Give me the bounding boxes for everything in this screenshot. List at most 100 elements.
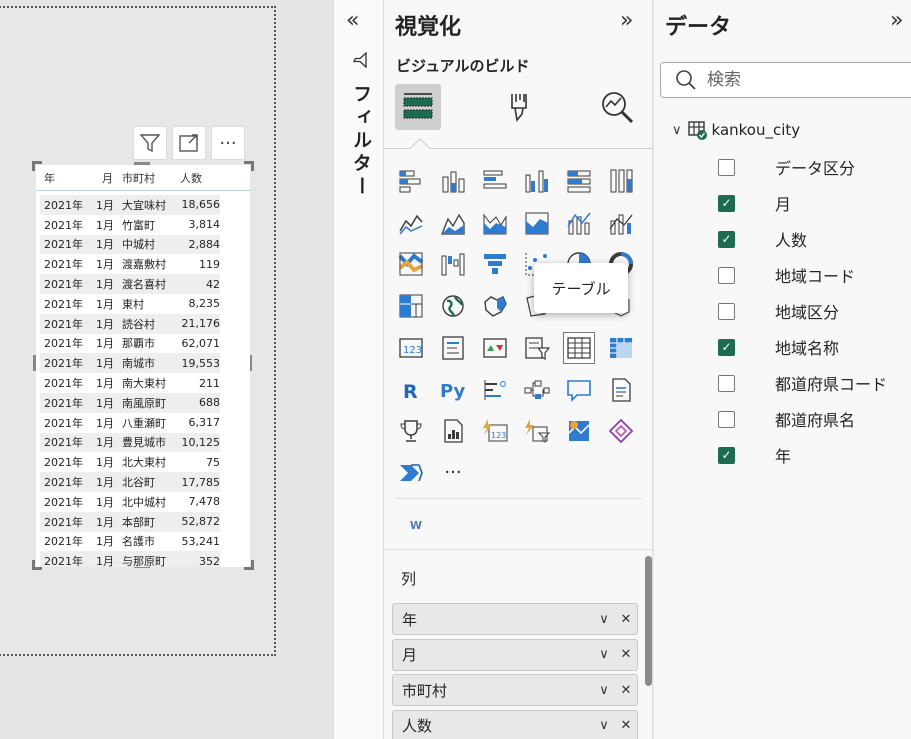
table-row[interactable]: 2021年 1月 渡名喜村 42 bbox=[40, 274, 220, 294]
search-input[interactable] bbox=[707, 70, 907, 90]
chevron-down-icon[interactable]: ∨ bbox=[593, 612, 615, 627]
multi-row-card-icon[interactable] bbox=[437, 332, 469, 364]
table-row[interactable]: 2021年 1月 南城市 19,553 bbox=[40, 353, 220, 374]
data-field-item[interactable]: ✓ 年 bbox=[718, 443, 791, 467]
visualizations-collapse-button[interactable]: » bbox=[620, 8, 633, 33]
table-row[interactable]: 2021年 1月 豊見城市 10,125 bbox=[40, 432, 220, 453]
data-field-item[interactable]: ✓ 人数 bbox=[718, 227, 807, 251]
remove-field-icon[interactable]: ✕ bbox=[615, 718, 637, 733]
table-row[interactable]: 2021年 1月 渡嘉敷村 119 bbox=[40, 254, 220, 274]
focus-mode-button[interactable] bbox=[172, 126, 206, 160]
funnel-chart-icon[interactable] bbox=[479, 248, 511, 280]
100-stacked-bar-chart-icon[interactable] bbox=[563, 165, 595, 197]
area-chart-icon[interactable] bbox=[437, 207, 469, 239]
table-row[interactable]: 2021年 1月 南風原町 688 bbox=[40, 392, 220, 413]
table-row[interactable]: 2021年 1月 北谷町 17,785 bbox=[40, 472, 220, 492]
r-script-visual-icon[interactable]: R bbox=[395, 374, 427, 406]
chevron-down-icon[interactable]: ∨ bbox=[672, 123, 682, 138]
data-field-item[interactable]: ✓ 月 bbox=[718, 191, 791, 215]
table-row[interactable]: 2021年 1月 竹富町 3,814 bbox=[40, 215, 220, 235]
field-checkbox[interactable]: ✓ bbox=[718, 230, 735, 248]
table-row[interactable]: 2021年 1月 北大東村 75 bbox=[40, 452, 220, 472]
field-checkbox[interactable]: ✓ bbox=[718, 338, 735, 356]
well-field[interactable]: 市町村 ∨ ✕ bbox=[392, 674, 638, 706]
map-icon[interactable] bbox=[437, 290, 469, 322]
data-field-item[interactable]: データ区分 bbox=[718, 155, 855, 179]
table-row[interactable]: 2021年 1月 名護市 53,241 bbox=[40, 532, 220, 552]
power-automate-icon[interactable] bbox=[395, 457, 427, 489]
card-icon[interactable]: 123 bbox=[395, 332, 427, 364]
visual-filter-button[interactable] bbox=[133, 126, 167, 160]
stacked-bar-chart-icon[interactable] bbox=[395, 165, 427, 197]
clustered-bar-chart-icon[interactable] bbox=[479, 165, 511, 197]
well-field[interactable]: 年 ∨ ✕ bbox=[392, 603, 638, 635]
line-stacked-column-chart-icon[interactable] bbox=[605, 207, 637, 239]
format-visual-tab[interactable] bbox=[496, 84, 542, 130]
data-search-box[interactable] bbox=[660, 62, 911, 98]
field-checkbox[interactable] bbox=[718, 266, 735, 284]
more-options-button[interactable]: ··· bbox=[211, 126, 245, 160]
table-row[interactable]: 2021年 1月 東村 8,235 bbox=[40, 294, 220, 314]
well-field[interactable]: 人数 ∨ ✕ bbox=[392, 709, 638, 739]
qa-visual-icon[interactable] bbox=[563, 374, 595, 406]
waterfall-chart-icon[interactable] bbox=[437, 248, 469, 280]
report-canvas[interactable]: ··· 年 月 市町村 人数 2021年 1月 大宜味村 18,656 2021年 1月竹… bbox=[0, 0, 333, 739]
chevron-down-icon[interactable]: ∨ bbox=[593, 683, 615, 698]
filters-label[interactable]: フィルター bbox=[348, 84, 375, 199]
matrix-icon[interactable] bbox=[605, 332, 637, 364]
chevron-down-icon[interactable]: ∨ bbox=[593, 647, 615, 662]
decomposition-tree-icon[interactable] bbox=[521, 374, 553, 406]
filters-pane-collapsed[interactable]: « フィルター bbox=[333, 0, 383, 739]
table-row[interactable]: 2021年 1月 本部町 52,872 bbox=[40, 511, 220, 532]
well-field[interactable]: 月 ∨ ✕ bbox=[392, 638, 638, 671]
header-count[interactable]: 人数 bbox=[178, 170, 220, 186]
stacked-area-chart-icon[interactable] bbox=[479, 207, 511, 239]
field-checkbox[interactable]: ✓ bbox=[718, 446, 735, 464]
field-checkbox[interactable]: ✓ bbox=[718, 194, 735, 212]
custom-visual-button[interactable]: W bbox=[404, 515, 428, 535]
paginated-report-icon[interactable] bbox=[437, 415, 469, 447]
table-node-kankou-city[interactable]: ∨ kankou_city bbox=[672, 120, 800, 140]
key-influencers-icon[interactable] bbox=[479, 374, 511, 406]
header-year[interactable]: 年 bbox=[40, 170, 96, 186]
field-checkbox[interactable] bbox=[718, 410, 735, 428]
header-city[interactable]: 市町村 bbox=[122, 170, 178, 186]
field-checkbox[interactable] bbox=[718, 374, 735, 392]
table-row[interactable]: 2021年 1月 与那原町 352 bbox=[40, 551, 220, 567]
data-field-item[interactable]: ✓ 地域名称 bbox=[718, 335, 839, 359]
table-row[interactable]: 2021年 1月 八重瀬町 6,317 bbox=[40, 413, 220, 433]
ribbon-chart-icon[interactable] bbox=[395, 248, 427, 280]
chevron-down-icon[interactable]: ∨ bbox=[593, 718, 615, 733]
more-visuals-button[interactable]: ··· bbox=[437, 457, 469, 489]
slicer-icon[interactable] bbox=[521, 332, 553, 364]
data-field-item[interactable]: 都道府県コード bbox=[718, 371, 887, 395]
table-row[interactable]: 2021年 1月 中城村 2,884 bbox=[40, 234, 220, 255]
table-row[interactable]: 2021年 1月 大宜味村 18,656 bbox=[40, 195, 220, 215]
field-checkbox[interactable] bbox=[718, 158, 735, 176]
kpi-icon[interactable] bbox=[479, 332, 511, 364]
field-checkbox[interactable] bbox=[718, 302, 735, 320]
table-visual[interactable]: 年 月 市町村 人数 2021年 1月 大宜味村 18,656 2021年 1月 竹富町 3,… bbox=[36, 165, 250, 567]
100-stacked-area-chart-icon[interactable] bbox=[521, 207, 553, 239]
pane-scrollbar[interactable] bbox=[645, 556, 652, 686]
table-row[interactable]: 2021年 1月 読谷村 21,176 bbox=[40, 313, 220, 334]
remove-field-icon[interactable]: ✕ bbox=[615, 683, 637, 698]
arcgis-map-icon[interactable] bbox=[563, 415, 595, 447]
table-row[interactable]: 2021年 1月 那覇市 62,071 bbox=[40, 334, 220, 354]
line-chart-icon[interactable] bbox=[395, 207, 427, 239]
filters-expand-button[interactable]: « bbox=[346, 8, 359, 33]
power-automate-card-icon[interactable]: 123 bbox=[479, 415, 511, 447]
treemap-icon[interactable] bbox=[395, 290, 427, 322]
table-row[interactable]: 2021年 1月 南大東村 211 bbox=[40, 373, 220, 393]
build-visual-tab[interactable] bbox=[395, 84, 441, 130]
data-field-item[interactable]: 地域区分 bbox=[718, 299, 839, 323]
data-field-item[interactable]: 地域コード bbox=[718, 263, 855, 287]
power-automate-slicer-icon[interactable] bbox=[521, 415, 553, 447]
clustered-column-chart-icon[interactable] bbox=[521, 165, 553, 197]
stacked-column-chart-icon[interactable] bbox=[437, 165, 469, 197]
table-row[interactable]: 2021年 1月 北中城村 7,478 bbox=[40, 492, 220, 512]
remove-field-icon[interactable]: ✕ bbox=[615, 647, 637, 662]
metrics-goals-icon[interactable] bbox=[395, 415, 427, 447]
header-month[interactable]: 月 bbox=[96, 170, 122, 186]
smart-narrative-icon[interactable] bbox=[605, 374, 637, 406]
